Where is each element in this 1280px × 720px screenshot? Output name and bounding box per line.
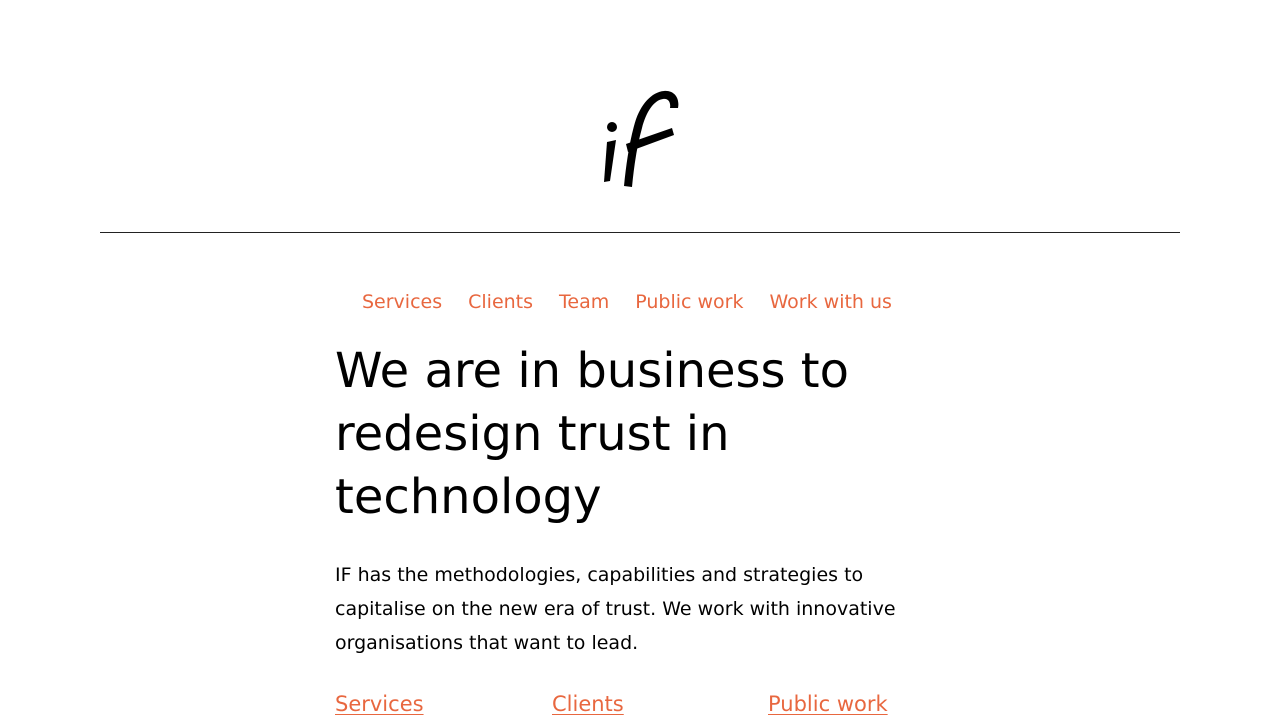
intro-line: capitalise on the new era of trust. We w… <box>335 598 896 620</box>
section-link-services[interactable]: Services <box>335 690 424 718</box>
section-links: Services Clients Public work <box>335 690 935 720</box>
headline-line: redesign trust in <box>335 406 730 462</box>
headline-line: We are in business to <box>335 343 849 399</box>
if-logo-icon[interactable] <box>596 84 686 192</box>
nav-item-public-work[interactable]: Public work <box>635 289 743 315</box>
main-nav: Services Clients Team Public work Work w… <box>362 289 892 315</box>
section-link-public-work[interactable]: Public work <box>768 690 888 718</box>
headline-line: technology <box>335 469 602 525</box>
intro-line: IF has the methodologies, capabilities a… <box>335 564 864 586</box>
hero-intro: IF has the methodologies, capabilities a… <box>335 558 896 660</box>
intro-line: organisations that want to lead. <box>335 632 639 654</box>
section-link-clients[interactable]: Clients <box>552 690 624 718</box>
nav-item-services[interactable]: Services <box>362 289 442 315</box>
nav-item-clients[interactable]: Clients <box>468 289 533 315</box>
nav-item-team[interactable]: Team <box>559 289 609 315</box>
page: Services Clients Team Public work Work w… <box>0 0 1280 720</box>
header-divider <box>100 232 1180 233</box>
nav-item-work-with-us[interactable]: Work with us <box>770 289 892 315</box>
hero-headline: We are in business to redesign trust in … <box>335 340 849 529</box>
